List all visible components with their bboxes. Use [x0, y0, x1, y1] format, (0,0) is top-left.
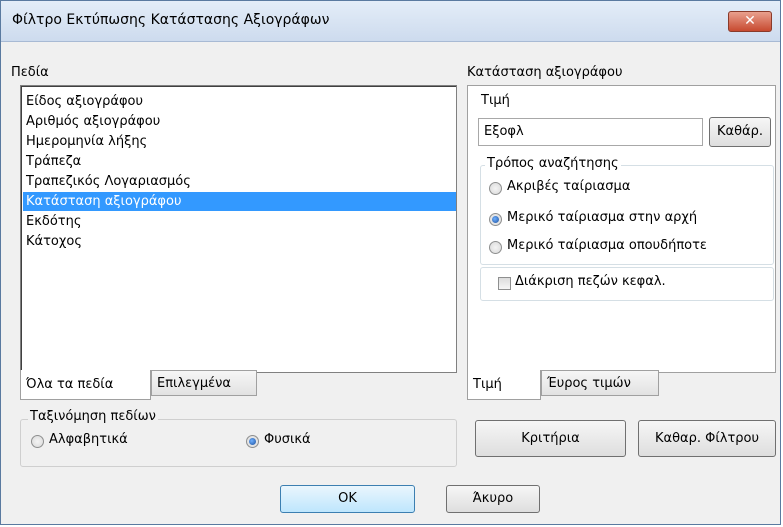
anywhere-match-radio[interactable] — [489, 241, 502, 254]
list-item[interactable]: Εκδότης — [23, 212, 456, 231]
search-mode-legend: Τρόπος αναζήτησης — [485, 156, 621, 171]
list-item[interactable]: Τραπεζικός Λογαριασμός — [23, 172, 456, 191]
list-item[interactable]: Τράπεζα — [23, 152, 456, 171]
natural-order-radio[interactable] — [246, 435, 259, 448]
alphabetical-radio[interactable] — [31, 435, 44, 448]
exact-match-radio[interactable] — [489, 182, 502, 195]
tab-value-range[interactable]: Έυρος τιμών — [541, 370, 659, 396]
clear-value-button[interactable]: Καθάρ. — [709, 117, 771, 147]
tab-value[interactable]: Τιμή — [467, 370, 541, 400]
list-item[interactable]: Ημερομηνία λήξης — [23, 132, 456, 151]
natural-order-label[interactable]: Φυσικά — [264, 432, 311, 447]
list-item[interactable]: Είδος αξιογράφου — [23, 92, 456, 111]
anywhere-match-label[interactable]: Μερικό ταίριασμα οπουδήποτε — [507, 238, 707, 253]
fields-label: Πεδία — [11, 65, 49, 80]
case-sensitive-label[interactable]: Διάκριση πεζών κεφαλ. — [515, 274, 666, 289]
title-bar: Φίλτρο Εκτύπωσης Κατάστασης Αξιογράφων ✕ — [1, 1, 780, 42]
list-item[interactable]: Κάτοχος — [23, 232, 456, 251]
exact-match-label[interactable]: Ακριβές ταίριασμα — [507, 179, 630, 194]
status-field-label: Κατάσταση αξιογράφου — [467, 65, 623, 80]
dialog-window: Φίλτρο Εκτύπωσης Κατάστασης Αξιογράφων ✕… — [0, 0, 781, 525]
list-item[interactable]: Αριθμός αξιογράφου — [23, 112, 456, 131]
case-sensitive-checkbox[interactable] — [498, 277, 511, 290]
fields-listbox[interactable]: Είδος αξιογράφου Αριθμός αξιογράφου Ημερ… — [20, 85, 457, 373]
sorting-legend: Ταξινόμηση πεδίων — [28, 409, 158, 424]
prefix-match-label[interactable]: Μερικό ταίριασμα στην αρχή — [507, 210, 697, 225]
list-item-selected[interactable]: Κατάσταση αξιογράφου — [23, 192, 456, 211]
value-label: Τιμή — [481, 93, 510, 108]
value-input[interactable]: Εξοφλ — [478, 118, 703, 146]
tab-selected-fields[interactable]: Επιλεγμένα — [151, 370, 257, 396]
alphabetical-label[interactable]: Αλφαβητικά — [49, 432, 128, 447]
clear-filter-button[interactable]: Καθαρ. Φίλτρου — [638, 420, 776, 457]
tab-all-fields[interactable]: Όλα τα πεδία — [20, 370, 151, 400]
close-button[interactable]: ✕ — [728, 11, 772, 32]
cancel-button[interactable]: Άκυρο — [446, 485, 540, 513]
window-title: Φίλτρο Εκτύπωσης Κατάστασης Αξιογράφων — [12, 12, 330, 28]
criteria-button[interactable]: Κριτήρια — [475, 420, 626, 457]
prefix-match-radio[interactable] — [489, 213, 502, 226]
ok-button[interactable]: OK — [280, 485, 415, 513]
